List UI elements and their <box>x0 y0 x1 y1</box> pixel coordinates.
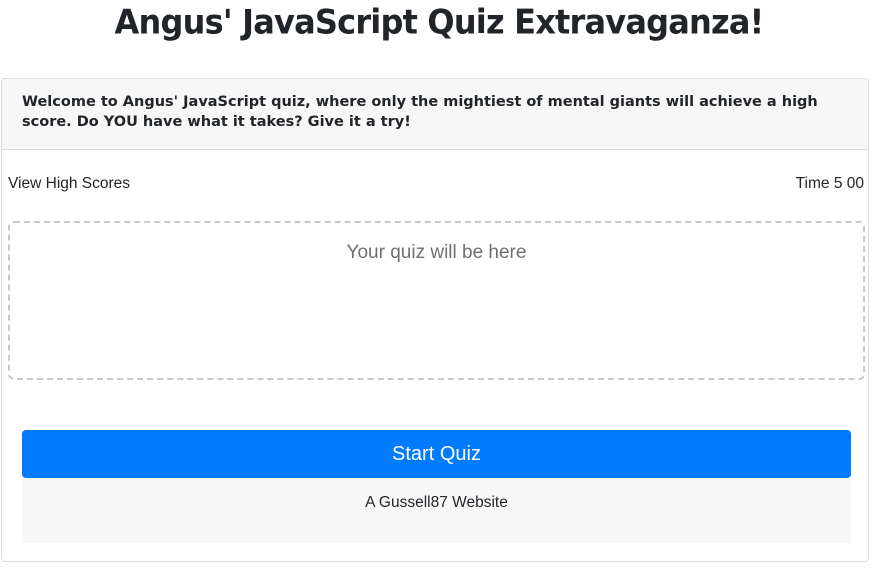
quiz-placeholder: Your quiz will be here <box>346 242 527 263</box>
quiz-card: Welcome to Angus' JavaScript quiz, where… <box>1 78 869 562</box>
timer-minutes: 5 <box>833 175 843 192</box>
timer-label: Time <box>795 175 830 192</box>
page-title: Angus' JavaScript Quiz Extravaganza! <box>114 1 765 43</box>
footer-credit: A Gussell87 Website <box>365 494 508 511</box>
quiz-area: Your quiz will be here <box>8 221 865 380</box>
view-high-scores-link[interactable]: View High Scores <box>8 174 130 194</box>
timer-seconds: 00 <box>846 175 864 192</box>
start-quiz-button[interactable]: Start Quiz <box>22 430 851 478</box>
intro-text: Welcome to Angus' JavaScript quiz, where… <box>22 94 818 130</box>
card-header: Welcome to Angus' JavaScript quiz, where… <box>2 79 868 150</box>
footer: A Gussell87 Website <box>22 478 851 543</box>
timer: Time 5 00 <box>796 174 864 194</box>
